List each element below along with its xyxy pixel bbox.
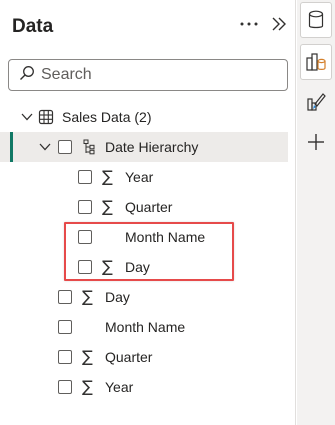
search-input[interactable]: Search xyxy=(8,59,288,91)
field-item[interactable]: Month Name xyxy=(0,312,295,342)
hierarchy-level-item[interactable]: ∑ Year xyxy=(0,162,295,192)
hierarchy-checkbox[interactable] xyxy=(58,140,72,154)
add-icon[interactable] xyxy=(300,124,332,160)
more-options-icon[interactable] xyxy=(238,13,260,35)
selection-indicator xyxy=(10,132,13,162)
chevron-down-icon[interactable] xyxy=(20,110,34,124)
field-checkbox[interactable] xyxy=(58,380,72,394)
field-checkbox[interactable] xyxy=(58,290,72,304)
hierarchy-level-item[interactable]: ∑ Quarter xyxy=(0,192,295,222)
field-checkbox[interactable] xyxy=(78,200,92,214)
field-item[interactable]: ∑ Year xyxy=(0,372,295,402)
table-icon xyxy=(38,109,54,125)
field-item[interactable]: ∑ Day xyxy=(0,282,295,312)
field-checkbox[interactable] xyxy=(58,350,72,364)
hierarchy-label: Date Hierarchy xyxy=(105,139,199,155)
field-label: Month Name xyxy=(105,319,186,335)
double-chevron-right-icon[interactable] xyxy=(268,13,290,35)
tree-item-table[interactable]: Sales Data (2) xyxy=(0,102,295,132)
side-rail xyxy=(297,0,335,425)
sigma-icon: ∑ xyxy=(102,167,113,186)
field-label: Quarter xyxy=(125,199,173,215)
field-label: Year xyxy=(125,169,154,185)
highlight-box xyxy=(64,222,234,281)
field-checkbox[interactable] xyxy=(58,320,72,334)
field-label: Day xyxy=(105,289,130,305)
sigma-icon: ∑ xyxy=(102,197,113,216)
tree-item-hierarchy[interactable]: Date Hierarchy xyxy=(0,132,288,162)
search-placeholder: Search xyxy=(41,66,92,83)
search-icon xyxy=(19,65,35,86)
build-visual-icon[interactable] xyxy=(300,44,332,80)
hierarchy-icon xyxy=(82,139,98,155)
pane-header-actions xyxy=(238,13,290,35)
pane-title: Data xyxy=(12,16,54,37)
sigma-icon: ∑ xyxy=(82,347,93,366)
chevron-down-icon[interactable] xyxy=(38,140,52,154)
field-checkbox[interactable] xyxy=(78,170,92,184)
table-label: Sales Data (2) xyxy=(62,109,152,125)
database-icon[interactable] xyxy=(300,2,332,38)
data-pane: Data Search Sales Data (2) Date Hierarch… xyxy=(0,0,296,425)
sigma-icon: ∑ xyxy=(82,287,93,306)
field-label: Quarter xyxy=(105,349,153,365)
field-label: Year xyxy=(105,379,134,395)
format-visual-icon[interactable] xyxy=(300,84,332,120)
sigma-icon: ∑ xyxy=(82,377,93,396)
field-item[interactable]: ∑ Quarter xyxy=(0,342,295,372)
